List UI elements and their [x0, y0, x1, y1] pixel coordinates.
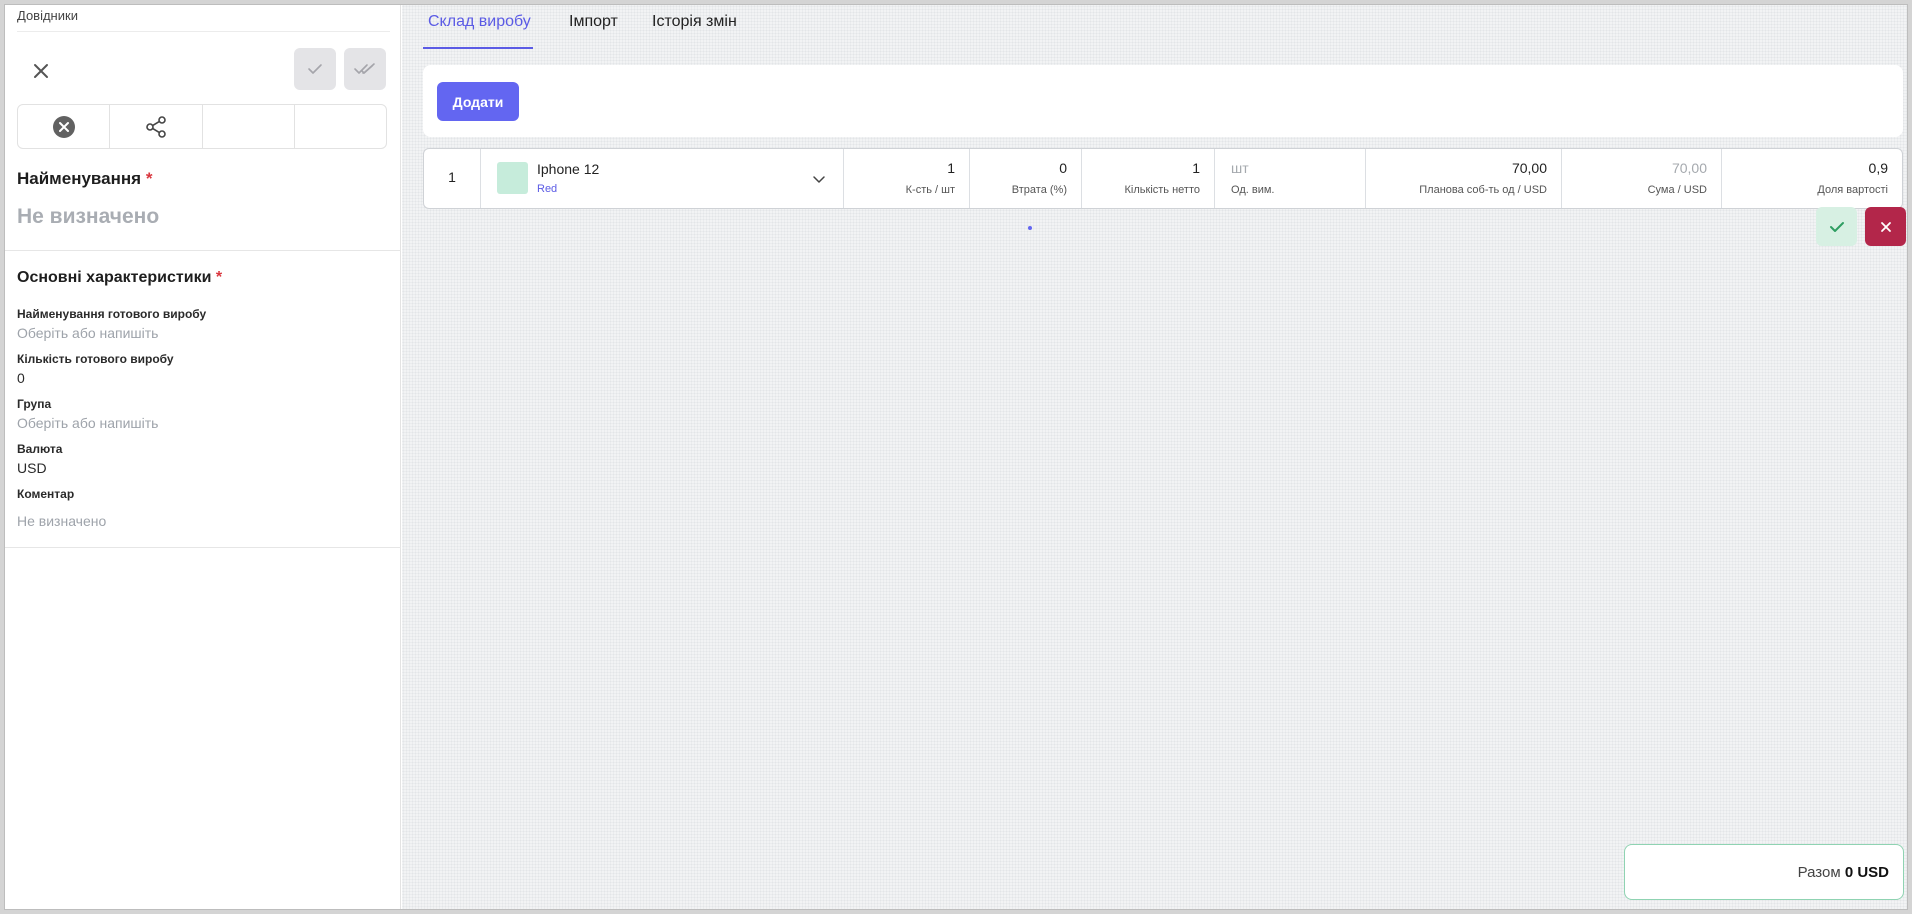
- main-characteristics-title: Основні характеристики *: [17, 269, 222, 287]
- loss-value: 0: [1059, 160, 1067, 176]
- unit-cell[interactable]: шт Од. вим.: [1215, 149, 1366, 208]
- tab-composition[interactable]: Склад виробу: [428, 13, 531, 31]
- sum-value: 70,00: [1671, 160, 1707, 176]
- close-button[interactable]: [27, 57, 55, 85]
- cancel-action-button[interactable]: [18, 105, 111, 148]
- quantity-value: 1: [947, 160, 955, 176]
- tab-history[interactable]: Історія змін: [652, 13, 737, 31]
- currency-field[interactable]: USD: [17, 460, 47, 476]
- table-row: 1 Iphone 12 Red 1 К-сть / шт 0 Втрата (%…: [423, 148, 1903, 209]
- cost-share-value: 0,9: [1868, 160, 1888, 176]
- quantity-cell[interactable]: 1 К-сть / шт: [844, 149, 970, 208]
- breadcrumb[interactable]: Довідники: [17, 8, 78, 23]
- net-quantity-cell[interactable]: 1 Кількість нетто: [1082, 149, 1215, 208]
- unit-label: Од. вим.: [1231, 184, 1275, 196]
- name-title-text: Найменування: [17, 169, 142, 188]
- add-button[interactable]: Додати: [437, 82, 519, 121]
- row-index: 1: [448, 169, 456, 185]
- planned-cost-cell[interactable]: 70,00 Планова соб-ть од / USD: [1366, 149, 1562, 208]
- total-box: Разом 0 USD: [1624, 844, 1904, 900]
- save-and-close-button[interactable]: [344, 48, 386, 90]
- share-button[interactable]: [110, 105, 203, 148]
- unit-value: шт: [1231, 160, 1249, 176]
- loss-cell[interactable]: 0 Втрата (%): [970, 149, 1082, 208]
- product-name: Iphone 12: [537, 161, 600, 177]
- required-mark: *: [145, 169, 153, 188]
- save-button[interactable]: [294, 48, 336, 90]
- product-name-field[interactable]: Оберіть або напишіть: [17, 325, 158, 341]
- currency-label: Валюта: [17, 442, 63, 456]
- toolbar-empty-slot: [203, 105, 295, 148]
- name-section-title: Найменування *: [17, 169, 152, 189]
- row-index-cell: 1: [424, 149, 481, 208]
- planned-cost-label: Планова соб-ть од / USD: [1419, 184, 1547, 196]
- net-quantity-value: 1: [1192, 160, 1200, 176]
- product-color-swatch: [497, 162, 528, 194]
- product-quantity-label: Кількість готового виробу: [17, 352, 174, 366]
- loading-dot: [1028, 226, 1032, 230]
- group-field[interactable]: Оберіть або напишіть: [17, 415, 158, 431]
- product-select[interactable]: Iphone 12 Red: [481, 149, 844, 208]
- group-label: Група: [17, 397, 52, 411]
- main-content: Склад виробу Імпорт Історія змін Додати …: [402, 5, 1907, 909]
- product-name-label: Найменування готового виробу: [17, 307, 207, 321]
- section-divider: [5, 547, 401, 548]
- breadcrumb-divider: [17, 31, 390, 32]
- comment-field[interactable]: Не визначено: [17, 513, 106, 529]
- product-variant: Red: [537, 183, 558, 195]
- section-divider: [5, 250, 401, 251]
- check-icon: [1829, 221, 1844, 232]
- sum-label: Сума / USD: [1647, 184, 1707, 196]
- app-window: Довідники Найменування * Не визначено Ос…: [4, 4, 1908, 910]
- add-card: Додати: [423, 65, 1903, 137]
- total-text: Разом 0 USD: [1798, 864, 1889, 881]
- confirm-row-button[interactable]: [1816, 207, 1857, 246]
- cost-share-label: Доля вартості: [1817, 184, 1888, 196]
- share-icon: [146, 115, 166, 138]
- toolbar-empty-slot: [295, 105, 386, 148]
- cancel-row-button[interactable]: [1865, 207, 1906, 246]
- comment-label: Коментар: [17, 487, 75, 501]
- product-quantity-field[interactable]: 0: [17, 370, 25, 386]
- net-quantity-label: Кількість нетто: [1124, 184, 1200, 196]
- close-icon: [34, 64, 48, 78]
- total-value: 0 USD: [1844, 864, 1889, 881]
- loss-label: Втрата (%): [1011, 184, 1067, 196]
- required-mark: *: [215, 269, 223, 286]
- cost-share-cell: 0,9 Доля вартості: [1722, 149, 1902, 208]
- cancel-circle-icon: [52, 115, 75, 138]
- total-label: Разом: [1797, 864, 1841, 881]
- tab-import[interactable]: Імпорт: [569, 13, 618, 31]
- check-icon: [308, 64, 322, 74]
- planned-cost-value: 70,00: [1511, 160, 1547, 176]
- double-check-icon: [354, 63, 375, 74]
- section-title-text: Основні характеристики: [17, 269, 212, 286]
- close-icon: [1880, 221, 1891, 232]
- name-value[interactable]: Не визначено: [17, 205, 159, 229]
- left-panel: Довідники Найменування * Не визначено Ос…: [5, 5, 401, 909]
- chevron-down-icon[interactable]: [811, 171, 827, 187]
- active-tab-indicator: [423, 47, 533, 49]
- quantity-label: К-сть / шт: [905, 184, 955, 196]
- sum-cell: 70,00 Сума / USD: [1562, 149, 1722, 208]
- action-toolbar: [17, 104, 387, 149]
